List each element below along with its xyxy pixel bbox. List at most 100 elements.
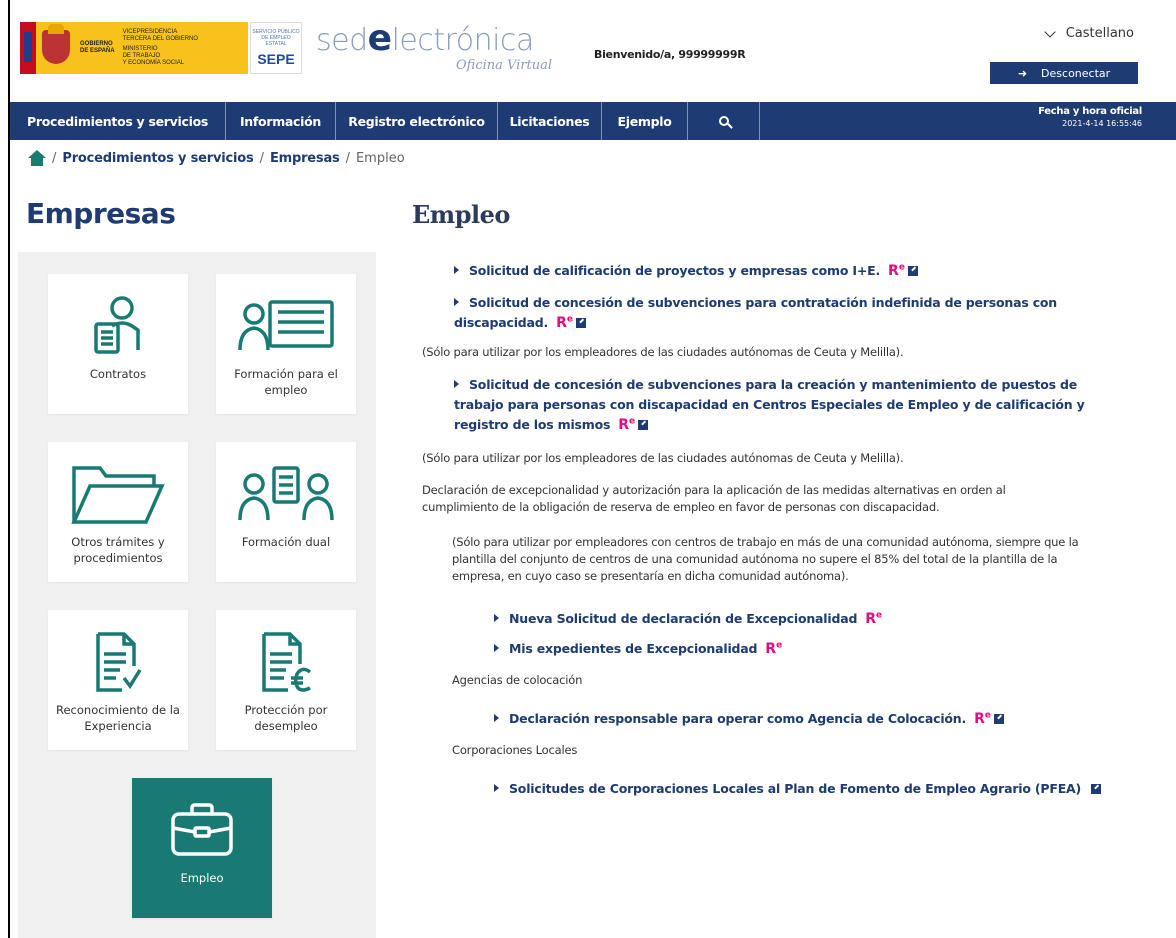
- registro-electronico-icon[interactable]: Re: [974, 710, 991, 727]
- triangle-bullet-icon: [454, 298, 459, 306]
- briefcase-icon: [170, 790, 234, 870]
- re-label: R: [888, 263, 899, 279]
- link-nueva-excepcionalidad[interactable]: Nueva Solicitud de declaración de Excepc…: [509, 611, 857, 626]
- registro-electronico-icon[interactable]: Re: [618, 416, 636, 433]
- gob-text-line: DE TRABAJO: [122, 53, 161, 59]
- re-sup: e: [898, 262, 905, 273]
- document-check-icon: [94, 622, 142, 702]
- main-nav: Procedimientos y servicios Información R…: [10, 102, 1176, 140]
- gob-text-line: DE ESPAÑA: [80, 48, 115, 54]
- search-icon: [718, 116, 729, 126]
- sepe-small-text: SERVICIO PÚBLICO DE EMPLEO ESTATAL: [252, 29, 300, 47]
- page-frame: GOBIERNO DE ESPAÑA VICEPRESIDENCIA TERCE…: [8, 0, 1176, 938]
- re-label: R: [865, 611, 876, 627]
- language-label: Castellano: [1065, 26, 1134, 41]
- external-link-icon[interactable]: [993, 714, 1004, 724]
- official-time-value: 2021-4-14 16:55:46: [1062, 119, 1142, 128]
- registro-electronico-icon[interactable]: Re: [556, 314, 573, 331]
- card-contratos[interactable]: Contratos: [48, 274, 188, 414]
- sepe-text: SEPE: [257, 51, 295, 67]
- link-agencia-colocacion[interactable]: Declaración responsable para operar como…: [509, 711, 966, 726]
- breadcrumb-empresas[interactable]: Empresas: [270, 151, 340, 166]
- home-icon[interactable]: [26, 150, 46, 166]
- card-label: Protección por desempleo: [244, 703, 328, 733]
- sede-electronica-logo[interactable]: sedelectrónica Oficina Virtual: [316, 18, 552, 73]
- external-link-icon[interactable]: [638, 420, 649, 430]
- nav-item-ejemplo[interactable]: Ejemplo: [602, 102, 688, 140]
- breadcrumb-separator: /: [52, 150, 57, 166]
- triangle-bullet-icon: [494, 614, 499, 622]
- card-formacion-dual[interactable]: Formación dual: [216, 442, 356, 582]
- list-item: Mis expedientes de Excepcionalidad Re: [494, 638, 1094, 658]
- official-time-label: Fecha y hora oficial: [1038, 106, 1142, 117]
- external-link-icon[interactable]: [1091, 784, 1102, 794]
- registro-electronico-icon[interactable]: Re: [888, 262, 905, 279]
- breadcrumb-procedimientos[interactable]: Procedimientos y servicios: [62, 151, 253, 166]
- sede-e: e: [367, 18, 392, 59]
- card-empleo[interactable]: Empleo: [132, 778, 272, 918]
- category-panel: Contratos Formación para el empleo Otros…: [18, 252, 376, 938]
- sede-pre: sed: [316, 23, 368, 58]
- official-time: Fecha y hora oficial 2021-4-14 16:55:46: [1038, 102, 1176, 140]
- triangle-bullet-icon: [454, 380, 459, 388]
- triangle-bullet-icon: [454, 266, 459, 274]
- nav-item-registro[interactable]: Registro electrónico: [336, 102, 498, 140]
- re-sup: e: [629, 416, 636, 427]
- card-label: Formación dual: [241, 535, 331, 549]
- gob-text-line: TERCERA DEL GOBIERNO: [122, 36, 199, 42]
- corporaciones-heading: Corporaciones Locales: [452, 743, 578, 757]
- flag-icon: [20, 22, 36, 74]
- external-link-icon[interactable]: [907, 266, 918, 276]
- link-mis-expedientes[interactable]: Mis expedientes de Excepcionalidad: [509, 641, 757, 656]
- card-label: Reconocimiento de la Experiencia: [56, 703, 180, 733]
- re-label: R: [974, 711, 985, 727]
- triangle-bullet-icon: [494, 784, 499, 792]
- gobierno-logo[interactable]: GOBIERNO DE ESPAÑA VICEPRESIDENCIA TERCE…: [20, 22, 248, 74]
- gob-text-line: GOBIERNO: [80, 41, 113, 47]
- re-sup: e: [984, 710, 991, 721]
- registro-electronico-icon[interactable]: Re: [865, 610, 882, 627]
- contract-person-icon: [90, 286, 146, 366]
- card-label: Formación para el empleo: [234, 367, 338, 397]
- folder-icon: [70, 454, 166, 534]
- breadcrumb: / Procedimientos y servicios / Empresas …: [26, 150, 405, 166]
- list-item: Solicitudes de Corporaciones Locales al …: [494, 778, 1114, 798]
- welcome-text: Bienvenido/a, 99999999R: [594, 48, 746, 61]
- link-subvenciones-indefinida[interactable]: Solicitud de concesión de subvenciones p…: [454, 295, 1057, 330]
- registro-electronico-icon[interactable]: Re: [765, 640, 783, 657]
- sede-post: lectrónica: [391, 23, 535, 58]
- sepe-logo[interactable]: SERVICIO PÚBLICO DE EMPLEO ESTATAL SEPE: [250, 22, 302, 74]
- note-ceuta-melilla: (Sólo para utilizar por los empleadores …: [422, 345, 904, 359]
- note-ceuta-melilla: (Sólo para utilizar por los empleadores …: [422, 451, 904, 465]
- external-link-icon[interactable]: [575, 318, 586, 328]
- re-label: R: [618, 417, 630, 433]
- agencias-heading: Agencias de colocación: [452, 673, 583, 687]
- link-pfea[interactable]: Solicitudes de Corporaciones Locales al …: [509, 781, 1081, 796]
- card-label: Contratos: [89, 367, 147, 381]
- nav-search-button[interactable]: [688, 102, 760, 140]
- card-proteccion-desempleo[interactable]: Protección por desempleo: [216, 610, 356, 750]
- chevron-down-icon: [1044, 25, 1056, 38]
- list-item: Solicitud de concesión de subvenciones p…: [454, 374, 1094, 434]
- nav-item-licitaciones[interactable]: Licitaciones: [498, 102, 602, 140]
- link-calificacion-ie[interactable]: Solicitud de calificación de proyectos y…: [469, 263, 880, 278]
- logout-button[interactable]: ➜ Desconectar: [990, 62, 1138, 84]
- sign-out-icon: ➜: [1017, 66, 1028, 80]
- re-sup: e: [776, 640, 783, 651]
- card-reconocimiento[interactable]: Reconocimiento de la Experiencia: [48, 610, 188, 750]
- triangle-bullet-icon: [494, 714, 499, 722]
- nav-item-procedimientos[interactable]: Procedimientos y servicios: [10, 102, 226, 140]
- link-centros-especiales[interactable]: Solicitud de concesión de subvenciones p…: [454, 377, 1085, 432]
- card-otros-tramites[interactable]: Otros trámites y procedimientos: [48, 442, 188, 582]
- re-label: R: [765, 641, 777, 657]
- crest-icon: [36, 22, 76, 74]
- re-label: R: [556, 315, 567, 331]
- language-selector[interactable]: Castellano: [1044, 25, 1134, 41]
- re-sup: e: [566, 314, 573, 325]
- card-formacion-empleo[interactable]: Formación para el empleo: [216, 274, 356, 414]
- nav-item-informacion[interactable]: Información: [226, 102, 336, 140]
- list-item: Solicitud de concesión de subvenciones p…: [454, 292, 1084, 332]
- gob-text-line: Y ECONOMÍA SOCIAL: [122, 60, 185, 66]
- dual-training-icon: [238, 454, 334, 534]
- breadcrumb-current: Empleo: [355, 150, 405, 166]
